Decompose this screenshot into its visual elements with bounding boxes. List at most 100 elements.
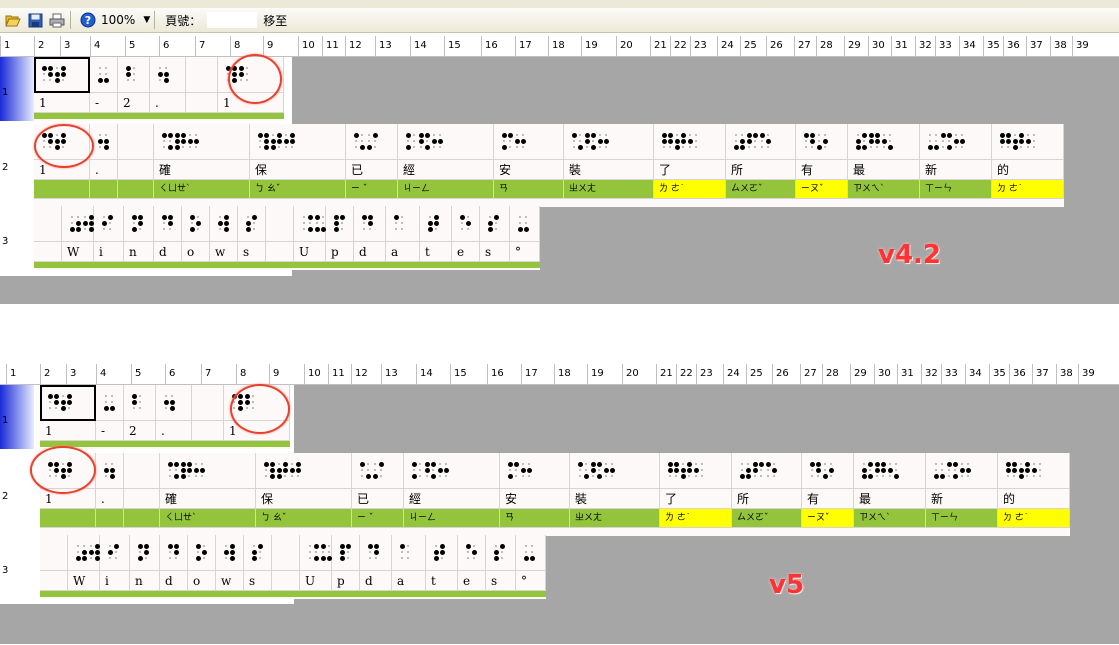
braille-cell[interactable] — [272, 535, 300, 571]
print-text-cell[interactable] — [186, 93, 218, 113]
print-text-cell[interactable]: d — [160, 571, 188, 591]
print-text-cell[interactable]: d — [360, 571, 392, 591]
print-text-cell[interactable]: - — [90, 93, 118, 113]
print-text-cell[interactable]: 經 — [404, 489, 500, 509]
zhuyin-cell[interactable] — [118, 180, 154, 199]
print-text-cell[interactable] — [118, 160, 154, 180]
zhuyin-cell[interactable]: ㄒㄧㄣ — [926, 509, 998, 528]
print-text-cell[interactable] — [40, 571, 68, 591]
print-text-cell[interactable]: 新 — [926, 489, 998, 509]
print-text-cell[interactable]: 裝 — [564, 160, 654, 180]
zhuyin-cell[interactable]: ㄐㄧㄥ — [398, 180, 494, 199]
zhuyin-cell[interactable]: ㄢ — [500, 509, 570, 528]
zhuyin-cell[interactable] — [90, 180, 118, 199]
braille-cell[interactable] — [192, 385, 224, 421]
print-text-cell[interactable]: 經 — [398, 160, 494, 180]
zhuyin-cell[interactable]: ㄅ ㄠˇ — [256, 509, 352, 528]
print-text-cell[interactable]: s — [480, 242, 510, 262]
print-text-cell[interactable]: 2 — [118, 93, 150, 113]
print-text-cell[interactable]: o — [188, 571, 216, 591]
zhuyin-cell[interactable]: ㄧㄡˇ — [796, 180, 848, 199]
print-text-cell[interactable]: o — [182, 242, 210, 262]
print-text-cell[interactable]: 1 — [40, 421, 96, 441]
help-icon[interactable]: ? — [79, 11, 97, 29]
print-text-cell[interactable]: s — [486, 571, 516, 591]
print-text-cell[interactable]: . — [90, 160, 118, 180]
zhuyin-cell[interactable]: ㄅ ㄠˇ — [250, 180, 346, 199]
print-text-cell[interactable]: U — [294, 242, 326, 262]
print-text-cell[interactable]: 已 — [346, 160, 398, 180]
print-text-cell[interactable] — [124, 489, 160, 509]
braille-cell[interactable] — [34, 206, 62, 242]
goto-button[interactable]: 移至 — [263, 12, 287, 29]
print-text-cell[interactable]: . — [96, 489, 124, 509]
chevron-down-icon[interactable]: ▼ — [143, 15, 150, 25]
folder-open-icon[interactable] — [4, 11, 22, 29]
zhuyin-cell[interactable]: ㄓㄨㄤ — [564, 180, 654, 199]
zhuyin-cell[interactable]: ㄌ ㄜ˙ — [660, 509, 732, 528]
print-text-cell[interactable]: 確 — [160, 489, 256, 509]
print-text-cell[interactable]: 安 — [494, 160, 564, 180]
zhuyin-cell[interactable]: ㄌ ㄜ˙ — [654, 180, 726, 199]
print-text-cell[interactable]: - — [96, 421, 124, 441]
print-text-cell[interactable] — [266, 242, 294, 262]
print-text-cell[interactable] — [192, 421, 224, 441]
print-text-cell[interactable]: n — [124, 242, 154, 262]
print-text-cell[interactable] — [272, 571, 300, 591]
zhuyin-cell[interactable]: ㄧ ˇ — [346, 180, 398, 199]
braille-cell[interactable] — [266, 206, 294, 242]
zhuyin-cell[interactable]: ㄙㄨㄛˇ — [726, 180, 796, 199]
print-text-cell[interactable]: a — [386, 242, 420, 262]
save-disk-icon[interactable] — [26, 11, 44, 29]
printer-icon[interactable] — [48, 11, 66, 29]
print-text-cell[interactable]: ° — [516, 571, 546, 591]
print-text-cell[interactable]: 確 — [154, 160, 250, 180]
print-text-cell[interactable]: . — [150, 93, 186, 113]
print-text-cell[interactable]: s — [238, 242, 266, 262]
zhuyin-cell[interactable]: ㄓㄨㄤ — [570, 509, 660, 528]
print-text-cell[interactable]: 了 — [660, 489, 732, 509]
zhuyin-cell[interactable]: ㄙㄨㄛˇ — [732, 509, 802, 528]
print-text-cell[interactable]: W — [62, 242, 94, 262]
print-text-cell[interactable]: 了 — [654, 160, 726, 180]
print-text-cell[interactable]: t — [426, 571, 458, 591]
braille-cell[interactable] — [118, 124, 154, 160]
zhuyin-cell[interactable]: ㄐㄧㄥ — [404, 509, 500, 528]
print-text-cell[interactable]: d — [154, 242, 182, 262]
print-text-cell[interactable]: 有 — [796, 160, 848, 180]
print-text-cell[interactable]: d — [354, 242, 386, 262]
braille-cell[interactable] — [124, 453, 160, 489]
page-number-input[interactable] — [207, 12, 258, 28]
print-text-cell[interactable]: p — [332, 571, 360, 591]
print-text-cell[interactable]: i — [100, 571, 130, 591]
print-text-cell[interactable]: 2 — [124, 421, 156, 441]
zhuyin-cell[interactable]: ㄗㄨㄟˋ — [854, 509, 926, 528]
print-text-cell[interactable]: 已 — [352, 489, 404, 509]
print-text-cell[interactable]: U — [300, 571, 332, 591]
print-text-cell[interactable]: 所 — [732, 489, 802, 509]
zhuyin-cell[interactable] — [96, 509, 124, 528]
print-text-cell[interactable]: 裝 — [570, 489, 660, 509]
print-text-cell[interactable]: 的 — [998, 489, 1070, 509]
print-text-cell[interactable]: 的 — [992, 160, 1064, 180]
zhuyin-cell[interactable]: ㄉ ㄜ˙ — [992, 180, 1064, 199]
print-text-cell[interactable]: w — [216, 571, 244, 591]
print-text-cell[interactable]: 保 — [256, 489, 352, 509]
print-text-cell[interactable]: s — [244, 571, 272, 591]
zhuyin-cell[interactable]: ㄧㄡˇ — [802, 509, 854, 528]
zhuyin-cell[interactable]: ㄒㄧㄣ — [920, 180, 992, 199]
print-text-cell[interactable]: i — [94, 242, 124, 262]
zhuyin-cell[interactable] — [124, 509, 160, 528]
print-text-cell[interactable]: e — [458, 571, 486, 591]
print-text-cell[interactable]: a — [392, 571, 426, 591]
print-text-cell[interactable]: W — [68, 571, 100, 591]
print-text-cell[interactable]: 有 — [802, 489, 854, 509]
print-text-cell[interactable]: 最 — [854, 489, 926, 509]
print-text-cell[interactable]: 安 — [500, 489, 570, 509]
zhuyin-cell[interactable]: ㄑㄩㄝˋ — [154, 180, 250, 199]
print-text-cell[interactable]: p — [326, 242, 354, 262]
braille-cell[interactable] — [40, 535, 68, 571]
print-text-cell[interactable]: w — [210, 242, 238, 262]
print-text-cell[interactable]: n — [130, 571, 160, 591]
print-text-cell[interactable]: 所 — [726, 160, 796, 180]
